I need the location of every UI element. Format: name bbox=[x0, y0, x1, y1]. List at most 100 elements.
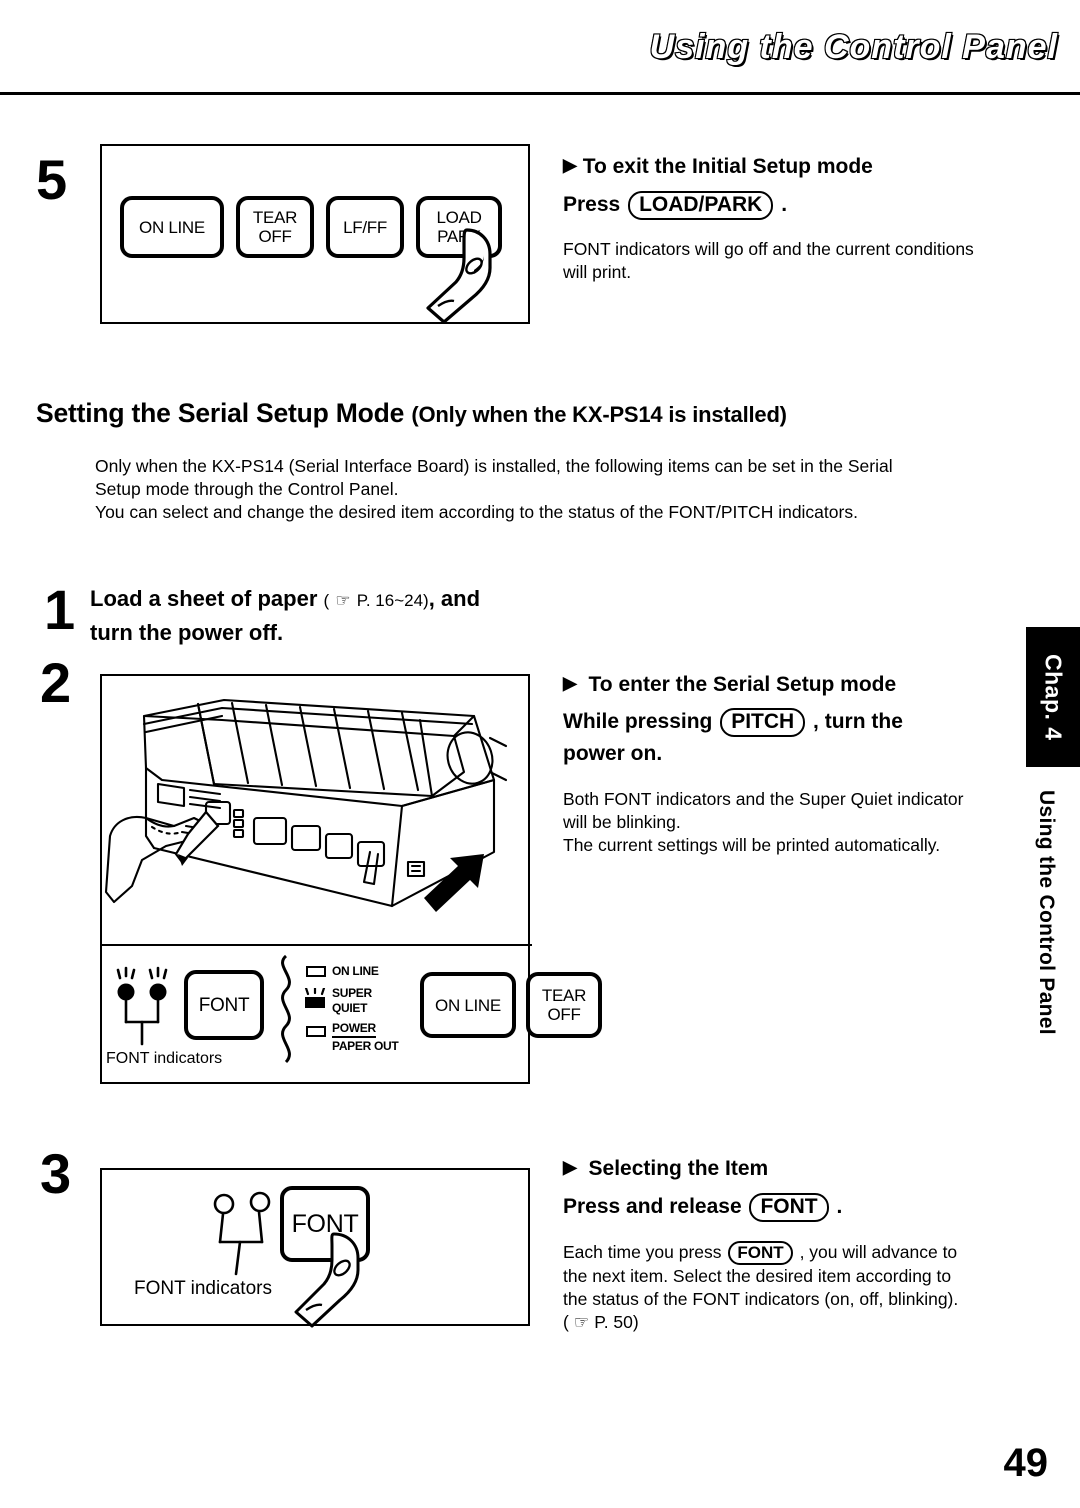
detail-on-line-button[interactable]: ON LINE bbox=[420, 972, 516, 1038]
chapter-tab-title: Using the Control Panel bbox=[1035, 790, 1058, 1035]
panel-button-lf-ff[interactable]: LF/FF bbox=[326, 196, 404, 258]
step-1-ref-page: P. 16~24) bbox=[356, 591, 429, 610]
section-paragraph-line-3: You can select and change the desired it… bbox=[95, 502, 858, 522]
step-3-heading-row: ▶ Selecting the Item bbox=[563, 1152, 1033, 1184]
step-2-line-b: , turn the bbox=[813, 710, 903, 733]
step-3-heading: Selecting the Item bbox=[588, 1157, 769, 1180]
panel-button-load-park-label-1: LOAD bbox=[436, 208, 482, 227]
step-2-body-line-1: Both FONT indicators and the Super Quiet… bbox=[563, 789, 964, 809]
section-paragraph-line-2: Setup mode through the Control Panel. bbox=[95, 479, 399, 499]
detail-tear-off-button-label-2: OFF bbox=[547, 1005, 581, 1024]
section-heading: Setting the Serial Setup Mode (Only when… bbox=[36, 398, 787, 429]
chapter-tab-number: Chap. 4 bbox=[1040, 653, 1067, 741]
step-3-press-row: Press and release FONT . bbox=[563, 1191, 1033, 1223]
step-1-text-a: Load a sheet of paper bbox=[90, 586, 318, 611]
keycap-load-park[interactable]: LOAD/PARK bbox=[628, 191, 774, 220]
step-2-number: 2 bbox=[40, 651, 72, 714]
step-1-ref-open: ( bbox=[323, 591, 330, 610]
lamp-label-super-quiet-2: QUIET bbox=[332, 1001, 368, 1015]
step-3-number: 3 bbox=[40, 1142, 72, 1205]
step-5-period: . bbox=[781, 193, 788, 216]
printer-illustration bbox=[104, 698, 508, 912]
panel-button-tear-off[interactable]: TEAR OFF bbox=[236, 196, 314, 258]
step-2-instruction-line-2: power on. bbox=[563, 742, 663, 765]
step-2-heading: To enter the Serial Setup mode bbox=[588, 673, 897, 696]
panel-button-on-line-label: ON LINE bbox=[139, 217, 205, 237]
step-2-instruction-line-1: While pressing PITCH , turn the bbox=[563, 706, 1015, 738]
section-heading-main: Setting the Serial Setup Mode bbox=[36, 398, 405, 428]
page-number: 49 bbox=[1003, 1441, 1049, 1485]
step-3-ref-page: P. 50) bbox=[594, 1312, 639, 1333]
step-5-body-line-1: FONT indicators will go off and the curr… bbox=[563, 239, 974, 259]
lamp-super-quiet-blinking-icon bbox=[304, 988, 326, 1008]
chapter-tab-box: Chap. 4 bbox=[1026, 627, 1080, 767]
step-5-body-line-2: will print. bbox=[563, 262, 632, 282]
lamp-label-super-quiet-1: SUPER bbox=[332, 986, 372, 1000]
font-indicators-caption-step2: FONT indicators bbox=[106, 1050, 223, 1067]
font-indicators-caption-step3: FONT indicators bbox=[134, 1278, 272, 1299]
step-3-illustration: FONT indicators FONT bbox=[100, 1168, 530, 1328]
lamp-label-on-line: ON LINE bbox=[332, 964, 379, 978]
keycap-font-inline[interactable]: FONT bbox=[728, 1241, 793, 1266]
step-1-line-2: turn the power off. bbox=[90, 620, 284, 645]
step-3-press-label: Press and release bbox=[563, 1195, 742, 1218]
header-divider-rule bbox=[0, 92, 1080, 95]
step-2-body-line-3: The current settings will be printed aut… bbox=[563, 835, 941, 855]
detail-font-button[interactable]: FONT bbox=[184, 970, 264, 1040]
step-2-body-line-2: will be blinking. bbox=[563, 812, 681, 832]
section-paragraph-line-1: Only when the KX-PS14 (Serial Interface … bbox=[95, 456, 893, 476]
panel-button-tear-off-label-1: TEAR bbox=[252, 208, 298, 227]
bullet-triangle-icon: ▶ bbox=[563, 673, 577, 693]
step-3-body-line-1: Each time you press FONT , you will adva… bbox=[563, 1241, 1033, 1266]
page-header-title: Using the Control Panel bbox=[649, 27, 1059, 67]
step-5-heading: To exit the Initial Setup mode bbox=[582, 155, 873, 178]
step-1-line-1: Load a sheet of paper ( ☞ P. 16~24), and bbox=[90, 583, 560, 617]
section-heading-sub: (Only when the KX-PS14 is installed) bbox=[411, 402, 787, 427]
step-3-body-part-2: , you will advance to bbox=[799, 1242, 958, 1262]
control-panel-detail: FONT indicators FONT ON LINE SUPER QUIET… bbox=[102, 946, 602, 1084]
pressing-finger-icon bbox=[426, 228, 492, 324]
step-1-text-b: , and bbox=[428, 586, 481, 611]
pointing-hand-icon: ☞ bbox=[335, 591, 351, 610]
detail-tear-off-button[interactable]: TEAR OFF bbox=[526, 972, 602, 1038]
step-5-text-block: ▶ To exit the Initial Setup mode Press L… bbox=[563, 150, 1033, 284]
bullet-triangle-icon: ▶ bbox=[563, 1157, 577, 1177]
step-3-ref-open: ( bbox=[563, 1312, 569, 1333]
detail-on-line-button-label: ON LINE bbox=[435, 995, 501, 1015]
step-5-number: 5 bbox=[36, 148, 68, 211]
bullet-triangle-icon: ▶ bbox=[563, 155, 577, 175]
page-header: Using the Control Panel bbox=[649, 27, 1059, 74]
pressing-finger-icon bbox=[294, 1232, 360, 1328]
pointing-hand-icon: ☞ bbox=[573, 1312, 590, 1333]
detail-font-button-label: FONT bbox=[198, 994, 250, 1016]
lamp-label-power: POWER bbox=[332, 1022, 376, 1038]
step-2-illustration: FONT indicators FONT ON LINE SUPER QUIET… bbox=[100, 674, 602, 1084]
step-3-body-reference: ( ☞ P. 50) bbox=[563, 1311, 1033, 1334]
step-5-press-label: Press bbox=[563, 193, 621, 216]
step-3-body-line-3: the status of the FONT indicators (on, o… bbox=[563, 1289, 959, 1310]
squiggle-separator-icon bbox=[281, 954, 291, 1064]
step-3-body-part-1: Each time you press bbox=[563, 1242, 722, 1262]
step-3-period: . bbox=[836, 1195, 843, 1218]
detail-tear-off-button-label-1: TEAR bbox=[541, 986, 587, 1005]
panel-button-on-line[interactable]: ON LINE bbox=[120, 196, 224, 258]
step-5-illustration: ON LINE TEAR OFF LF/FF LOAD PARK bbox=[100, 144, 530, 324]
chapter-tab-title-wrap: Using the Control Panel bbox=[1034, 790, 1058, 1041]
lamp-label-paper-out: PAPER OUT bbox=[332, 1039, 399, 1053]
lamp-power-paper-out bbox=[306, 1026, 326, 1037]
step-1-number: 1 bbox=[44, 578, 76, 641]
step-5-heading-row: ▶ To exit the Initial Setup mode bbox=[563, 150, 1033, 182]
panel-button-lf-ff-label: LF/FF bbox=[343, 217, 387, 237]
lamp-on-line bbox=[306, 966, 326, 977]
panel-button-tear-off-label-2: OFF bbox=[258, 227, 292, 246]
section-paragraph: Only when the KX-PS14 (Serial Interface … bbox=[95, 455, 995, 524]
step-2-line-a: While pressing bbox=[563, 710, 713, 733]
keycap-font[interactable]: FONT bbox=[749, 1193, 829, 1222]
step-3-body-line-2: the next item. Select the desired item a… bbox=[563, 1266, 952, 1287]
step-2-text-block: ▶ To enter the Serial Setup mode While p… bbox=[563, 668, 1015, 857]
step-3-text-block: ▶ Selecting the Item Press and release F… bbox=[563, 1152, 1033, 1334]
step-1-text-block: Load a sheet of paper ( ☞ P. 16~24), and… bbox=[90, 583, 560, 649]
step-2-heading-row: ▶ To enter the Serial Setup mode bbox=[563, 668, 1015, 700]
keycap-pitch[interactable]: PITCH bbox=[720, 708, 806, 737]
step-5-press-row: Press LOAD/PARK . bbox=[563, 189, 1033, 221]
